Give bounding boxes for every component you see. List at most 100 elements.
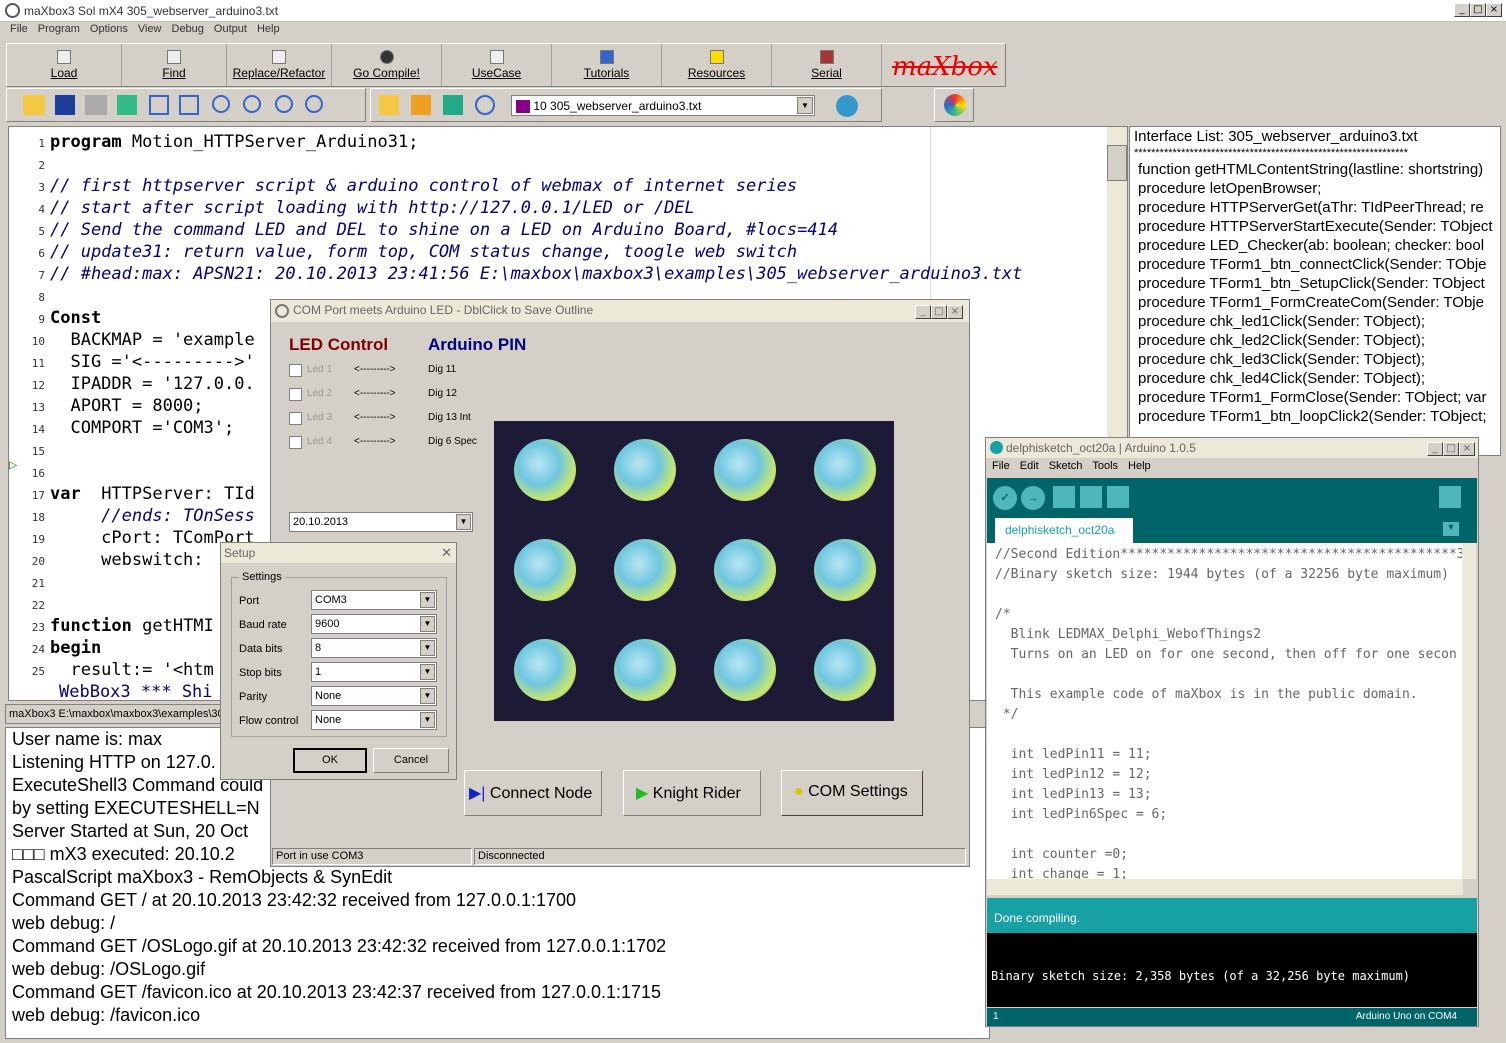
interface-item[interactable]: procedure chk_led1Click(Sender: TObject)… — [1134, 312, 1500, 331]
led-checkbox[interactable] — [289, 412, 302, 425]
led-checkbox[interactable] — [289, 436, 302, 449]
connect-node-button[interactable]: ▶| Connect Node — [464, 770, 602, 816]
close-icon[interactable]: × — [1459, 442, 1475, 456]
maximize-icon[interactable]: □ — [1470, 3, 1486, 17]
led-checkbox[interactable] — [289, 388, 302, 401]
scroll-thumb[interactable] — [1107, 145, 1127, 181]
globe-icon[interactable] — [836, 95, 858, 117]
arduino-scrollbar[interactable] — [1462, 543, 1476, 879]
interface-item[interactable]: procedure TForm1_btn_loopClick2(Sender: … — [1134, 407, 1500, 426]
interface-item[interactable]: procedure chk_led4Click(Sender: TObject)… — [1134, 369, 1500, 388]
chevron-down-icon[interactable]: ▼ — [456, 514, 471, 530]
code-line: begin — [50, 637, 101, 659]
minimize-icon[interactable]: _ — [1454, 3, 1470, 17]
move-icon[interactable] — [243, 95, 261, 113]
interface-item[interactable]: procedure letOpenBrowser; — [1134, 179, 1500, 198]
interface-item[interactable]: procedure chk_led2Click(Sender: TObject)… — [1134, 331, 1500, 350]
minimize-icon[interactable]: _ — [1427, 442, 1443, 456]
new-sketch-icon[interactable] — [1053, 486, 1075, 508]
open-sketch-icon[interactable] — [1080, 486, 1102, 508]
compass-icon[interactable] — [475, 95, 495, 115]
new-file-icon[interactable] — [379, 95, 399, 115]
interface-item[interactable]: procedure HTTPServerStartExecute(Sender:… — [1134, 217, 1500, 236]
zoom-out-icon[interactable] — [275, 95, 293, 113]
serial-button[interactable]: Serial — [772, 44, 882, 86]
tab-menu-icon[interactable]: ▼ — [1443, 522, 1459, 536]
interface-list[interactable]: Interface List: 305_webserver_arduino3.t… — [1129, 126, 1501, 456]
verify-icon[interactable]: ✓ — [993, 486, 1017, 510]
setup-field-select[interactable]: None ▼ — [311, 710, 437, 730]
arduino-menu-help[interactable]: Help — [1128, 460, 1151, 472]
replace-button[interactable]: Replace/Refactor — [227, 44, 332, 86]
led-checkbox[interactable] — [289, 364, 302, 377]
menu-file[interactable]: File — [10, 23, 28, 35]
arduino-editor[interactable]: //Second Edition************************… — [987, 543, 1462, 879]
maximize-icon[interactable]: □ — [931, 305, 947, 319]
date-picker[interactable]: 20.10.2013 ▼ — [289, 512, 473, 532]
interface-item[interactable]: procedure HTTPServerGet(aThr: TIdPeerThr… — [1134, 198, 1500, 217]
serial-monitor-icon[interactable] — [1439, 486, 1461, 508]
arduino-menu-tools[interactable]: Tools — [1092, 460, 1118, 472]
minimize-icon[interactable]: _ — [915, 305, 931, 319]
interface-item[interactable]: procedure LED_Checker(ab: boolean; check… — [1134, 236, 1500, 255]
interface-item[interactable]: procedure TForm1_btn_SetupClick(Sender: … — [1134, 274, 1500, 293]
palette-icon[interactable] — [944, 94, 966, 116]
export-icon[interactable] — [443, 95, 463, 115]
interface-item[interactable]: procedure TForm1_FormCreateCom(Sender: T… — [1134, 293, 1500, 312]
menu-options[interactable]: Options — [90, 23, 128, 35]
setup-field-select[interactable]: 1 ▼ — [311, 662, 437, 682]
open-icon[interactable] — [23, 95, 45, 115]
chevron-down-icon[interactable]: ▼ — [420, 592, 435, 608]
knight-rider-button[interactable]: ▶ Knight Rider — [623, 770, 761, 816]
setup-field-select[interactable]: 9600 ▼ — [311, 614, 437, 634]
com-settings-button[interactable]: ● COM Settings — [781, 770, 923, 816]
menu-debug[interactable]: Debug — [172, 23, 204, 35]
chevron-down-icon[interactable]: ▼ — [420, 664, 435, 680]
arduino-hscrollbar[interactable] — [987, 879, 1463, 895]
code-line: program Motion_HTTPServer_Arduino31; — [50, 132, 419, 152]
redo-icon[interactable] — [179, 95, 199, 115]
find-button[interactable]: Find — [122, 44, 227, 86]
upload-icon[interactable]: → — [1021, 486, 1045, 510]
save-sketch-icon[interactable] — [1107, 486, 1129, 508]
menu-help[interactable]: Help — [257, 23, 280, 35]
zoom-in-icon[interactable] — [305, 95, 323, 113]
tutorials-button[interactable]: Tutorials — [552, 44, 662, 86]
undo-icon[interactable] — [149, 95, 169, 115]
interface-item[interactable]: procedure TForm1_btn_connectClick(Sender… — [1134, 255, 1500, 274]
cancel-button[interactable]: Cancel — [373, 748, 449, 773]
usecase-button[interactable]: UseCase — [442, 44, 552, 86]
compile-button[interactable]: Go Compile! — [332, 44, 442, 86]
resources-button[interactable]: Resources — [662, 44, 772, 86]
file-combo[interactable]: 10 305_webserver_arduino3.txt ▼ — [511, 95, 815, 116]
interface-item[interactable]: function getHTMLContentString(lastline: … — [1134, 160, 1500, 179]
interface-item[interactable]: procedure chk_led3Click(Sender: TObject)… — [1134, 350, 1500, 369]
arduino-menu-sketch[interactable]: Sketch — [1049, 460, 1083, 472]
close-icon[interactable]: × — [1486, 3, 1502, 17]
interface-item[interactable]: procedure TForm1_FormClose(Sender: TObje… — [1134, 388, 1500, 407]
chevron-down-icon[interactable]: ▼ — [797, 97, 813, 114]
chevron-down-icon[interactable]: ▼ — [420, 712, 435, 728]
chevron-down-icon[interactable]: ▼ — [420, 640, 435, 656]
chevron-down-icon[interactable]: ▼ — [420, 616, 435, 632]
setup-field-select[interactable]: 8 ▼ — [311, 638, 437, 658]
close-icon[interactable]: ✕ — [441, 545, 452, 561]
arduino-menu-edit[interactable]: Edit — [1020, 460, 1039, 472]
ok-button[interactable]: OK — [293, 748, 367, 773]
maximize-icon[interactable]: □ — [1443, 442, 1459, 456]
zoom-icon[interactable] — [212, 95, 230, 113]
setup-field-select[interactable]: None ▼ — [311, 686, 437, 706]
setup-field-select[interactable]: COM3 ▼ — [311, 590, 437, 610]
arduino-menu-file[interactable]: File — [992, 460, 1010, 472]
menu-program[interactable]: Program — [38, 23, 80, 35]
copy-icon[interactable] — [411, 95, 431, 115]
menu-view[interactable]: View — [138, 23, 162, 35]
close-icon[interactable]: × — [947, 305, 963, 319]
chart-icon[interactable] — [117, 95, 137, 115]
print-icon[interactable] — [85, 95, 107, 115]
sketch-tab[interactable]: delphisketch_oct20a — [995, 518, 1133, 543]
load-button[interactable]: Load — [7, 44, 122, 86]
chevron-down-icon[interactable]: ▼ — [420, 688, 435, 704]
save-icon[interactable] — [55, 95, 75, 115]
menu-output[interactable]: Output — [214, 23, 247, 35]
